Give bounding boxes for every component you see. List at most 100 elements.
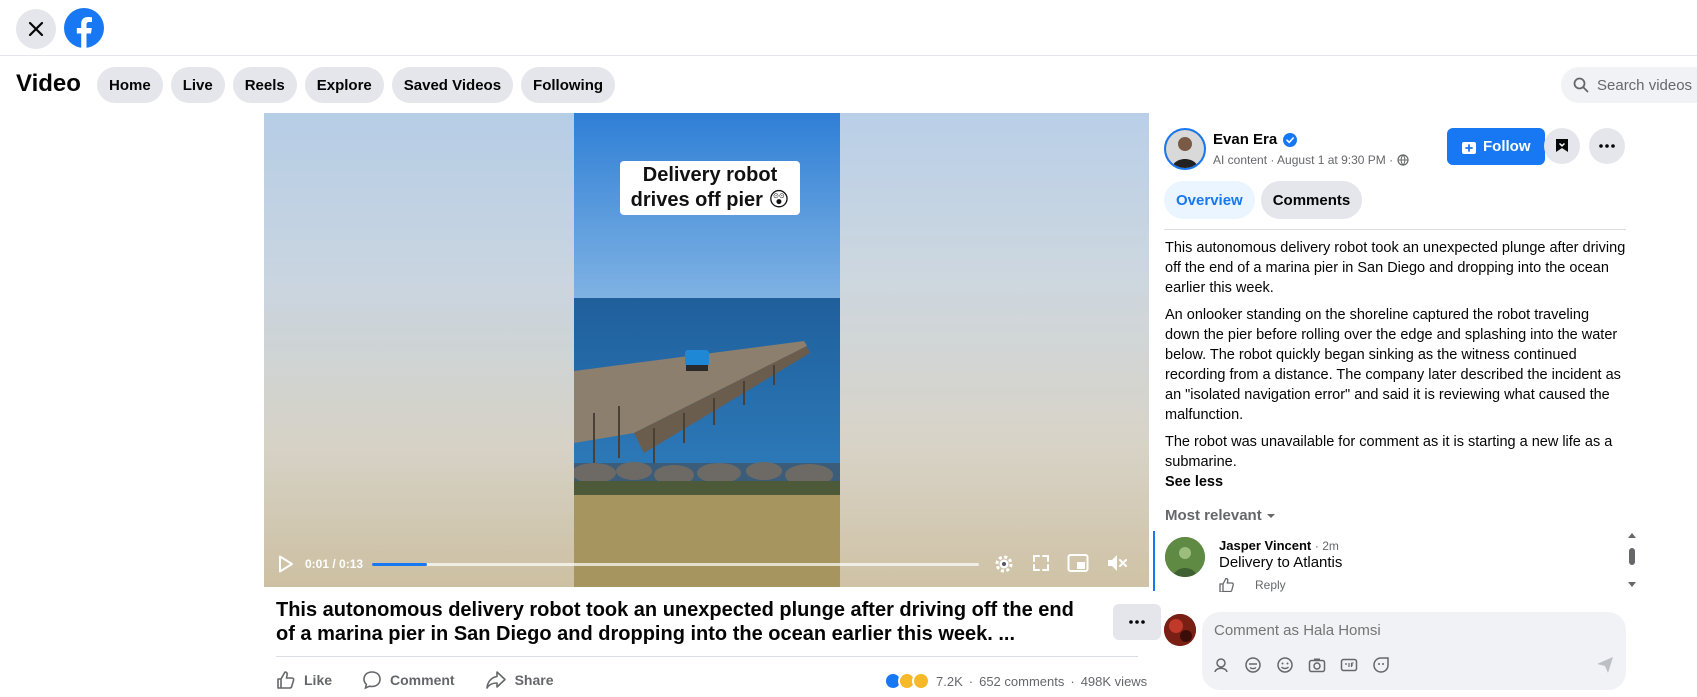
facebook-logo[interactable]	[64, 8, 104, 48]
camera-icon	[1308, 658, 1326, 673]
follow-button[interactable]: Follow	[1447, 128, 1545, 165]
tab-home[interactable]: Home	[97, 67, 163, 103]
emoji-button[interactable]	[1276, 656, 1294, 674]
avatar-sticker-icon	[1214, 658, 1228, 673]
see-less-link[interactable]: See less	[1165, 472, 1627, 492]
share-label: Share	[514, 672, 554, 688]
tab-overview[interactable]: Overview	[1164, 181, 1255, 219]
comment-highlight-bar	[1153, 531, 1155, 591]
follow-label: Follow	[1483, 138, 1531, 155]
comment-time[interactable]: · 2m	[1315, 539, 1339, 553]
avatar-sticker-button[interactable]	[1212, 656, 1230, 674]
post-stats: 7.2K · 652 comments · 498K views	[884, 672, 1147, 690]
more-dots-icon	[1599, 144, 1615, 148]
close-button[interactable]	[16, 9, 56, 49]
divider	[276, 656, 1138, 657]
like-button[interactable]: Like	[276, 670, 332, 690]
share-arrow-icon	[485, 671, 506, 689]
commenter-name[interactable]: Jasper Vincent	[1219, 538, 1311, 553]
comment-input[interactable]	[1214, 622, 1594, 639]
comment-sort-dropdown[interactable]: Most relevant	[1165, 507, 1276, 524]
author-name[interactable]: Evan Era	[1213, 131, 1277, 148]
verified-badge-icon	[1283, 132, 1298, 147]
send-icon[interactable]	[1596, 656, 1614, 674]
mute-icon[interactable]	[1106, 553, 1128, 573]
bookmark-shield-icon	[1556, 139, 1568, 152]
emoji-face-button[interactable]	[1244, 656, 1262, 674]
post-actions: Like Comment Share	[276, 670, 554, 690]
tab-following[interactable]: Following	[521, 67, 616, 103]
caption-line-2: drives off pier 😲	[630, 189, 790, 211]
description-paragraph: An onlooker standing on the shoreline ca…	[1165, 307, 1621, 423]
author-name-row: Evan Era	[1213, 131, 1298, 148]
avatar-image	[1166, 130, 1204, 168]
comments-scrollbar[interactable]	[1626, 532, 1638, 592]
sticker-icon	[1373, 657, 1389, 673]
tab-live[interactable]: Live	[170, 67, 225, 103]
composer-tools	[1212, 656, 1390, 674]
search-placeholder: Search videos	[1597, 76, 1693, 94]
top-bar	[0, 0, 1697, 56]
commenter-name-row: Jasper Vincent · 2m	[1219, 538, 1339, 553]
video-player[interactable]: Delivery robot drives off pier 😲 0:01 / …	[264, 113, 1149, 587]
smiley-sticker-icon	[1245, 657, 1261, 673]
comment-bubble-icon	[363, 671, 381, 690]
fullscreen-icon[interactable]	[1031, 553, 1051, 573]
comment-composer	[1202, 612, 1626, 690]
video-progress-fill	[372, 563, 427, 566]
stats-separator: ·	[968, 673, 974, 689]
tab-saved-videos[interactable]: Saved Videos	[391, 67, 514, 103]
caret-down-icon	[1266, 513, 1275, 518]
caption-line-1: Delivery robot	[642, 164, 778, 186]
camera-button[interactable]	[1308, 656, 1326, 674]
tab-reels[interactable]: Reels	[232, 67, 297, 103]
video-blur-background-right	[840, 113, 1149, 587]
more-options-button[interactable]	[1589, 128, 1625, 164]
comment-actions: Reply	[1219, 578, 1286, 592]
video-progress-bar[interactable]	[372, 563, 979, 566]
scrollbar-graphic	[1628, 533, 1636, 587]
panel-tabs: Overview Comments	[1164, 181, 1363, 219]
settings-gear-icon[interactable]	[993, 553, 1015, 575]
tab-explore[interactable]: Explore	[304, 67, 384, 103]
comment-text: Delivery to Atlantis	[1219, 554, 1343, 571]
video-nav: Video Home Live Reels Explore Saved Vide…	[0, 58, 1697, 112]
post-meta: AI content · August 1 at 9:30 PM ·	[1213, 153, 1409, 167]
reply-link[interactable]: Reply	[1255, 578, 1286, 592]
post-more-button[interactable]	[1113, 604, 1161, 640]
save-button[interactable]	[1544, 128, 1580, 164]
picture-in-picture-icon[interactable]	[1067, 553, 1089, 573]
video-tabs: Home Live Reels Explore Saved Videos Fol…	[97, 67, 616, 103]
avatar-image	[1165, 537, 1205, 577]
thumbs-up-icon[interactable]	[1219, 578, 1235, 592]
play-icon[interactable]	[278, 555, 294, 573]
more-dots-icon	[1129, 620, 1145, 624]
search-videos-input[interactable]: Search videos	[1561, 67, 1697, 103]
stats-separator: ·	[1070, 673, 1075, 689]
description-paragraph: The robot was unavailable for comment as…	[1165, 434, 1613, 470]
gif-icon	[1340, 658, 1358, 672]
reaction-count[interactable]: 7.2K	[936, 674, 963, 689]
follow-plus-icon	[1462, 141, 1476, 154]
video-caption-overlay: Delivery robot drives off pier 😲	[620, 161, 800, 215]
gif-button[interactable]	[1340, 656, 1358, 674]
globe-icon	[1397, 154, 1409, 166]
commenter-avatar[interactable]	[1165, 537, 1205, 577]
comments-count[interactable]: 652 comments	[979, 674, 1064, 689]
video-blur-background-left	[264, 113, 574, 587]
close-icon	[28, 21, 44, 37]
reaction-icons[interactable]	[884, 672, 930, 690]
comment-label: Comment	[390, 672, 455, 688]
current-user-avatar[interactable]	[1164, 614, 1196, 646]
description-paragraph: This autonomous delivery robot took an u…	[1165, 240, 1626, 296]
sort-label: Most relevant	[1165, 507, 1262, 524]
wow-reaction-icon	[912, 672, 930, 690]
tab-comments[interactable]: Comments	[1260, 181, 1363, 219]
thumbs-up-icon	[277, 671, 295, 689]
sticker-button[interactable]	[1372, 656, 1390, 674]
video-controls: 0:01 / 0:13	[264, 543, 1149, 587]
video-time: 0:01 / 0:13	[305, 557, 364, 571]
comment-button[interactable]: Comment	[362, 670, 455, 690]
share-button[interactable]: Share	[485, 670, 554, 690]
author-avatar[interactable]	[1164, 128, 1206, 170]
